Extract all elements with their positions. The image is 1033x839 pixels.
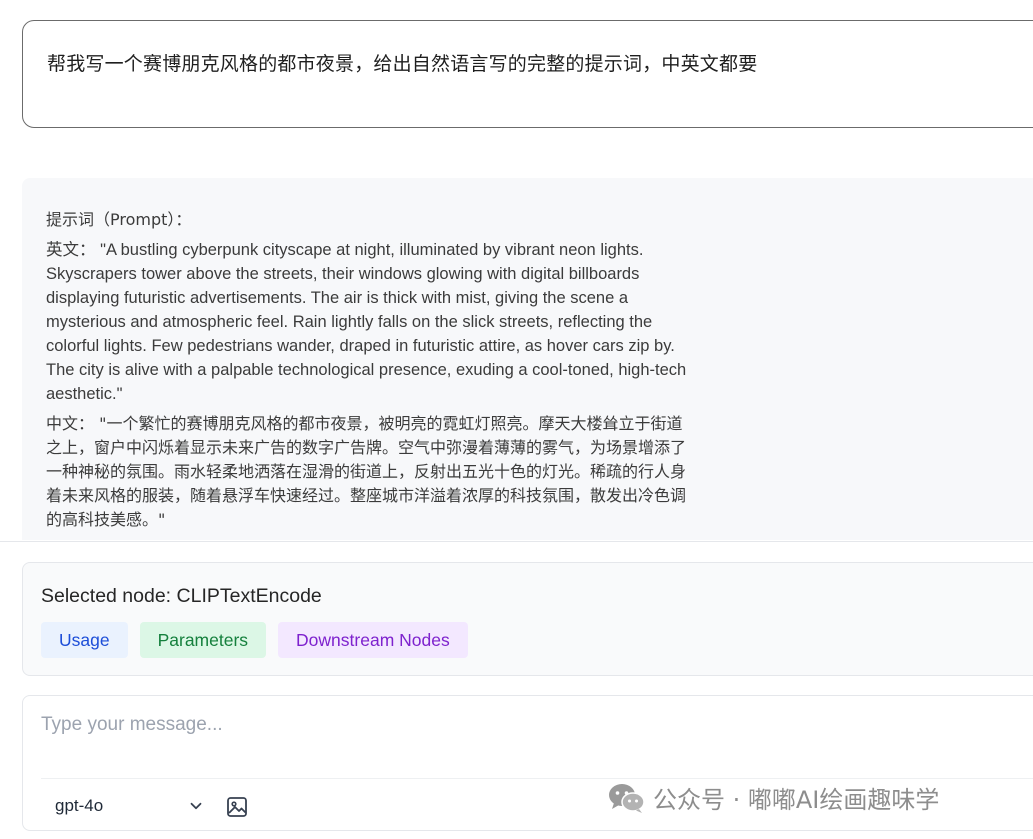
user-message-text: 帮我写一个赛博朋克风格的都市夜景，给出自然语言写的完整的提示词，中英文都要 (47, 53, 758, 75)
watermark-text: 公众号 · 嘟嘟AI绘画趣味学 (653, 786, 940, 814)
tab-downstream-nodes[interactable]: Downstream Nodes (278, 622, 468, 658)
composer-divider (41, 778, 1033, 779)
selected-node-title: Selected node: CLIPTextEncode (41, 585, 322, 607)
watermark: 公众号 · 嘟嘟AI绘画趣味学 (607, 780, 939, 815)
wechat-icon (609, 783, 645, 813)
section-divider (0, 541, 1033, 542)
prompt-chinese: 中文： "一个繁忙的赛博朋克风格的都市夜景，被明亮的霓虹灯照亮。摩天大楼耸立于街… (46, 414, 687, 529)
model-select-value: gpt-4o (55, 796, 104, 815)
selected-node-panel: Selected node: CLIPTextEncode Usage Para… (22, 562, 1033, 676)
model-select[interactable]: gpt-4o (55, 792, 205, 820)
chevron-down-icon (190, 802, 202, 810)
user-message-bubble: 帮我写一个赛博朋克风格的都市夜景，给出自然语言写的完整的提示词，中英文都要 (22, 20, 1033, 128)
assistant-message-content: 提示词（Prompt）： 英文： "A bustling cyberpunk c… (46, 208, 698, 538)
assistant-message-panel: 提示词（Prompt）： 英文： "A bustling cyberpunk c… (22, 178, 1033, 540)
node-tabs: Usage Parameters Downstream Nodes (41, 622, 468, 658)
tab-usage[interactable]: Usage (41, 622, 128, 658)
message-input[interactable] (41, 710, 1001, 740)
prompt-heading: 提示词（Prompt）： (46, 210, 192, 229)
prompt-english: 英文： "A bustling cyberpunk cityscape at n… (46, 241, 687, 403)
tab-parameters[interactable]: Parameters (139, 622, 267, 658)
image-icon[interactable] (225, 795, 249, 819)
chat-page: 帮我写一个赛博朋克风格的都市夜景，给出自然语言写的完整的提示词，中英文都要 提示… (0, 0, 1033, 839)
